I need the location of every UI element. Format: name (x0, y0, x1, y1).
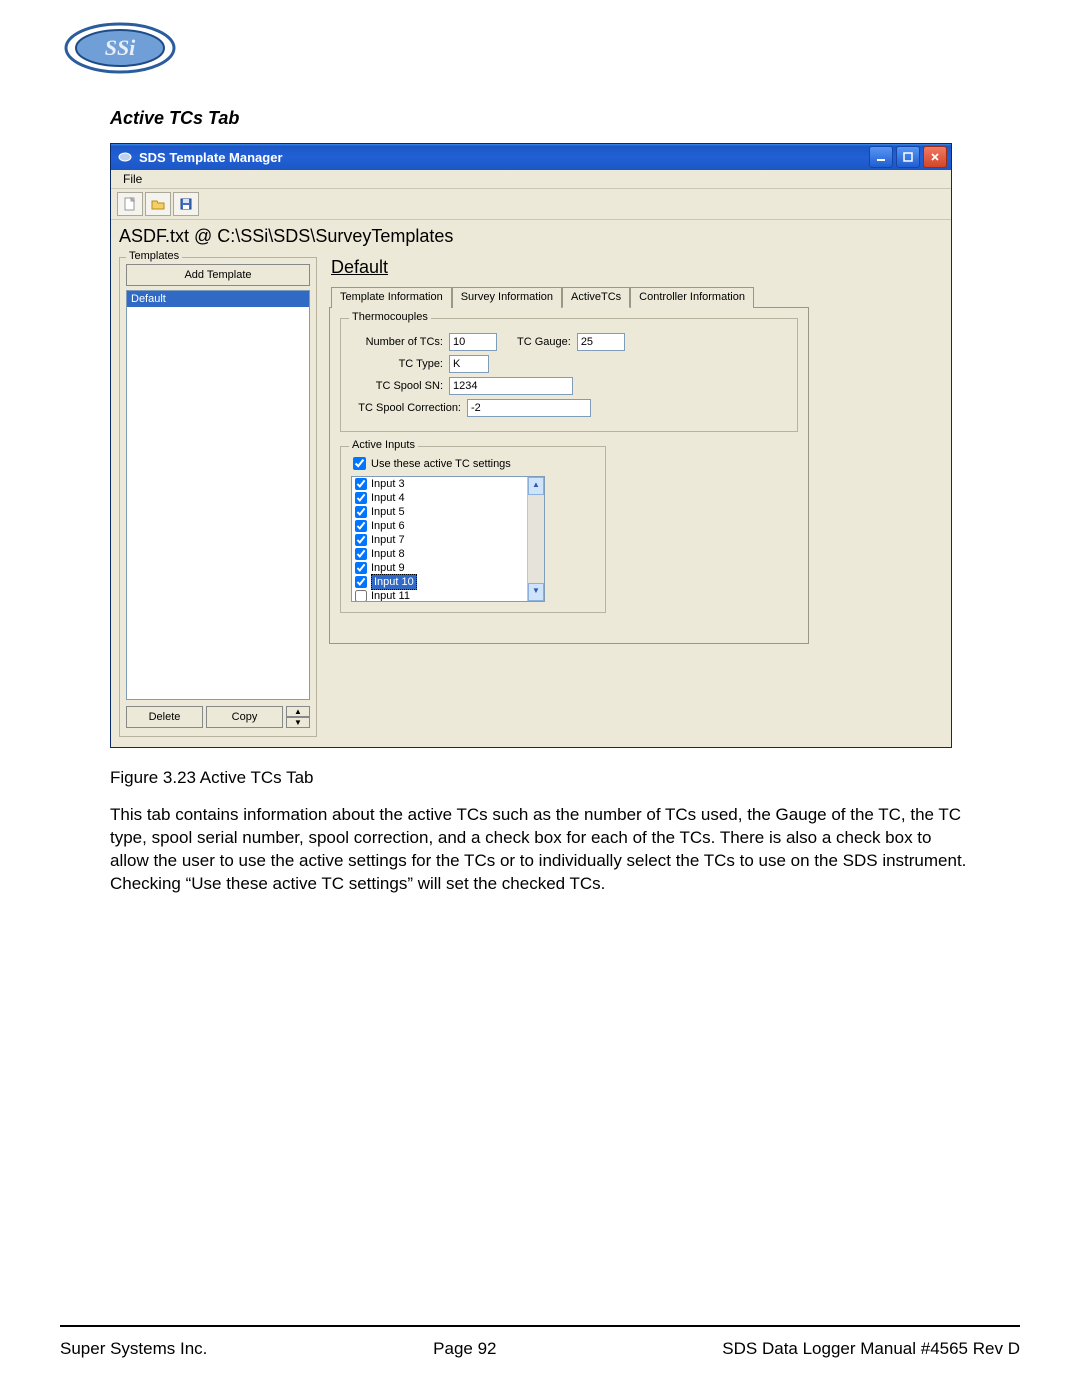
close-button[interactable] (923, 146, 947, 168)
new-button[interactable] (117, 192, 143, 216)
tc-spool-label: TC Spool SN: (351, 380, 443, 392)
input-row[interactable]: Input 7 (352, 533, 544, 547)
tc-gauge-input[interactable] (577, 333, 625, 351)
input-checkbox[interactable] (355, 534, 367, 546)
input-label: Input 6 (371, 519, 405, 533)
thermocouples-group: Thermocouples Number of TCs: TC Gauge: T… (340, 318, 798, 432)
input-row[interactable]: Input 3 (352, 477, 544, 491)
active-inputs-group: Active Inputs Use these active TC settin… (340, 446, 606, 613)
templates-panel: Templates Add Template Default Delete Co… (119, 257, 317, 737)
input-label: Input 10 (371, 574, 417, 590)
use-active-settings-label: Use these active TC settings (371, 458, 511, 470)
add-template-button[interactable]: Add Template (126, 264, 310, 286)
tc-type-label: TC Type: (351, 358, 443, 370)
page-footer: Super Systems Inc. Page 92 SDS Data Logg… (60, 1339, 1020, 1359)
template-list[interactable]: Default (126, 290, 310, 700)
copy-button[interactable]: Copy (206, 706, 283, 728)
num-tcs-label: Number of TCs: (351, 336, 443, 348)
tab-template-information[interactable]: Template Information (331, 287, 452, 308)
move-down-button[interactable]: ▼ (286, 717, 310, 728)
app-window: SDS Template Manager File (110, 143, 952, 748)
footer-rule (60, 1325, 1020, 1327)
svg-text:SSi: SSi (105, 35, 136, 60)
footer-center: Page 92 (433, 1339, 496, 1359)
save-button[interactable] (173, 192, 199, 216)
input-checkbox[interactable] (355, 576, 367, 588)
input-row[interactable]: Input 11 (352, 589, 544, 602)
input-checkbox[interactable] (355, 548, 367, 560)
input-label: Input 4 (371, 491, 405, 505)
input-row[interactable]: Input 8 (352, 547, 544, 561)
input-label: Input 5 (371, 505, 405, 519)
tc-spool-input[interactable] (449, 377, 573, 395)
input-row[interactable]: Input 5 (352, 505, 544, 519)
input-checkbox[interactable] (355, 562, 367, 574)
input-label: Input 3 (371, 477, 405, 491)
input-checkbox[interactable] (355, 590, 367, 602)
tc-correction-input[interactable] (467, 399, 591, 417)
scroll-down-icon[interactable]: ▼ (528, 583, 544, 601)
thermocouples-legend: Thermocouples (349, 311, 431, 323)
panel-title: Default (331, 257, 943, 278)
section-title: Active TCs Tab (110, 108, 1020, 129)
menu-file[interactable]: File (117, 171, 148, 187)
input-label: Input 8 (371, 547, 405, 561)
tabs: Template Information Survey Information … (331, 286, 943, 307)
input-checkbox[interactable] (355, 520, 367, 532)
maximize-button[interactable] (896, 146, 920, 168)
inputs-list[interactable]: Input 3Input 4Input 5Input 6Input 7Input… (351, 476, 545, 602)
input-row[interactable]: Input 9 (352, 561, 544, 575)
input-row[interactable]: Input 6 (352, 519, 544, 533)
open-button[interactable] (145, 192, 171, 216)
minimize-button[interactable] (869, 146, 893, 168)
menubar: File (111, 170, 951, 189)
app-icon (117, 149, 133, 165)
input-row[interactable]: Input 4 (352, 491, 544, 505)
move-up-button[interactable]: ▲ (286, 706, 310, 717)
tab-survey-information[interactable]: Survey Information (452, 287, 562, 308)
input-label: Input 7 (371, 533, 405, 547)
input-label: Input 11 (371, 589, 410, 602)
tc-correction-label: TC Spool Correction: (351, 402, 461, 414)
input-row[interactable]: Input 10 (352, 575, 544, 589)
figure-caption: Figure 3.23 Active TCs Tab (110, 768, 1020, 788)
input-checkbox[interactable] (355, 506, 367, 518)
window-title: SDS Template Manager (139, 150, 869, 165)
tab-active-tcs[interactable]: ActiveTCs (562, 287, 630, 308)
footer-left: Super Systems Inc. (60, 1339, 207, 1359)
tc-type-input[interactable] (449, 355, 489, 373)
delete-button[interactable]: Delete (126, 706, 203, 728)
input-label: Input 9 (371, 561, 405, 575)
template-item[interactable]: Default (127, 291, 309, 307)
body-paragraph: This tab contains information about the … (110, 804, 970, 896)
num-tcs-input[interactable] (449, 333, 497, 351)
ssi-logo: SSi (60, 18, 180, 78)
tab-controller-information[interactable]: Controller Information (630, 287, 754, 308)
toolbar (111, 189, 951, 220)
scroll-up-icon[interactable]: ▲ (528, 477, 544, 495)
tab-body: Thermocouples Number of TCs: TC Gauge: T… (329, 307, 809, 644)
titlebar: SDS Template Manager (111, 144, 951, 170)
use-active-settings-checkbox[interactable] (353, 457, 366, 470)
input-checkbox[interactable] (355, 478, 367, 490)
file-path: ASDF.txt @ C:\SSi\SDS\SurveyTemplates (111, 220, 951, 251)
footer-right: SDS Data Logger Manual #4565 Rev D (722, 1339, 1020, 1359)
active-inputs-legend: Active Inputs (349, 439, 418, 451)
tc-gauge-label: TC Gauge: (517, 336, 571, 348)
templates-label: Templates (126, 250, 182, 262)
input-checkbox[interactable] (355, 492, 367, 504)
